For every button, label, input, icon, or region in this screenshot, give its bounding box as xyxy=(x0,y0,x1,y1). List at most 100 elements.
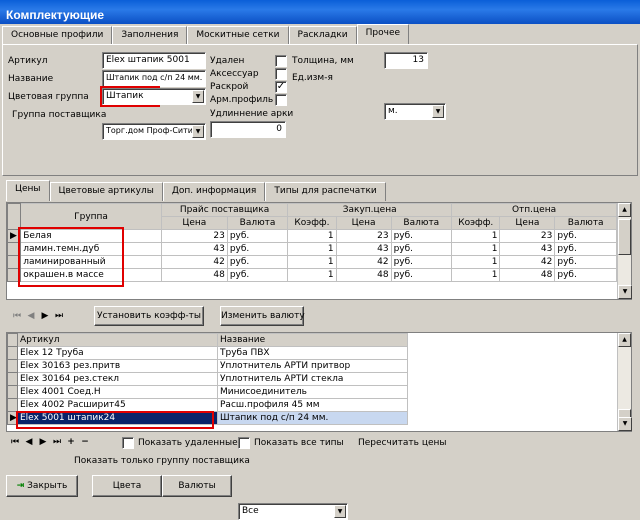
name-cell[interactable]: Штапик под с/п 24 мм. xyxy=(217,411,408,425)
currency-cell[interactable]: руб. xyxy=(554,268,617,282)
next-record-icon[interactable]: ▶ xyxy=(36,437,50,447)
last-record-icon[interactable]: ⏭ xyxy=(52,311,66,321)
currencies-button[interactable]: Валюты xyxy=(162,475,232,497)
thickness-field[interactable]: 13 xyxy=(384,52,428,69)
price-cell[interactable]: 23 xyxy=(160,229,228,243)
scroll-down-icon[interactable]: ▼ xyxy=(618,417,632,431)
cutting-checkbox[interactable]: ✓ xyxy=(275,81,287,93)
price-cell[interactable]: 43 xyxy=(335,242,392,256)
chevron-down-icon[interactable]: ▼ xyxy=(334,505,346,518)
name-column-header[interactable]: Название xyxy=(217,333,408,347)
name-field[interactable]: Штапик под с/п 24 мм. xyxy=(102,70,206,87)
price-cell[interactable]: 48 xyxy=(160,268,228,282)
currency-cell[interactable]: руб. xyxy=(554,229,617,243)
coef-cell[interactable]: 1 xyxy=(451,229,501,243)
tab-main-profiles[interactable]: Основные профили xyxy=(2,26,113,45)
coef-cell[interactable]: 1 xyxy=(451,242,501,256)
currency-column-header[interactable]: Валюта xyxy=(554,216,617,230)
article-cell[interactable]: Elex 30164 рез.стекл xyxy=(17,372,218,386)
article-column-header[interactable]: Артикул xyxy=(17,333,218,347)
prev-record-icon[interactable]: ◀ xyxy=(24,311,38,321)
coef-cell[interactable]: 1 xyxy=(287,268,337,282)
coef-column-header[interactable]: Коэфф. xyxy=(451,216,501,230)
coef-cell[interactable]: 1 xyxy=(287,242,337,256)
deleted-checkbox[interactable] xyxy=(275,55,287,67)
table-row[interactable]: Elex 30164 рез.стекл Уплотнитель АРТИ сте… xyxy=(7,372,408,386)
arch-extension-field[interactable]: 0 xyxy=(210,121,286,138)
currency-cell[interactable]: руб. xyxy=(226,229,289,243)
price-cell[interactable]: 42 xyxy=(160,255,228,269)
next-record-icon[interactable]: ▶ xyxy=(38,311,52,321)
currency-cell[interactable]: руб. xyxy=(554,255,617,269)
scroll-thumb[interactable] xyxy=(618,219,631,255)
tab-mosquito-nets[interactable]: Москитные сетки xyxy=(187,26,289,45)
chevron-down-icon[interactable]: ▼ xyxy=(192,90,204,103)
coef-cell[interactable]: 1 xyxy=(451,255,501,269)
name-cell[interactable]: Труба ПВХ xyxy=(217,346,408,360)
tab-prices[interactable]: Цены xyxy=(6,180,50,201)
article-cell[interactable]: Elex 12 Труба xyxy=(17,346,218,360)
scroll-up-icon[interactable]: ▲ xyxy=(618,333,631,347)
coef-cell[interactable]: 1 xyxy=(287,255,337,269)
group-column-header[interactable]: Группа xyxy=(20,203,162,230)
first-record-icon[interactable]: ⏮ xyxy=(8,437,22,447)
colors-button[interactable]: Цвета xyxy=(92,475,162,497)
table-row[interactable]: Elex 12 Труба Труба ПВХ xyxy=(7,346,408,360)
currency-cell[interactable]: руб. xyxy=(226,268,289,282)
delete-record-icon[interactable]: − xyxy=(78,437,92,447)
scroll-down-icon[interactable]: ▼ xyxy=(618,285,632,299)
currency-cell[interactable]: руб. xyxy=(390,229,453,243)
price-column-header[interactable]: Цена xyxy=(499,216,556,230)
currency-column-header[interactable]: Валюта xyxy=(226,216,289,230)
recalc-prices-link[interactable]: Пересчитать цены xyxy=(358,438,447,448)
name-cell[interactable]: Уплотнитель АРТИ стекла xyxy=(217,372,408,386)
article-cell[interactable]: Elex 4002 Расширит45 xyxy=(17,398,218,412)
tab-layouts[interactable]: Раскладки xyxy=(288,26,357,45)
article-field[interactable]: Elex штапик 5001 xyxy=(102,52,206,69)
table-row[interactable]: Elex 4001 Соед.Н Минисоединитель xyxy=(7,385,408,399)
tab-color-articles[interactable]: Цветовые артикулы xyxy=(49,182,163,201)
items-grid-scrollbar[interactable]: ▲ ▼ xyxy=(617,333,632,431)
price-cell[interactable]: 43 xyxy=(499,242,556,256)
currency-cell[interactable]: руб. xyxy=(390,242,453,256)
name-cell[interactable]: Уплотнитель АРТИ притвор xyxy=(217,359,408,373)
price-column-header[interactable]: Цена xyxy=(335,216,392,230)
currency-cell[interactable]: руб. xyxy=(390,255,453,269)
price-cell[interactable]: 23 xyxy=(335,229,392,243)
currency-cell[interactable]: руб. xyxy=(226,255,289,269)
currency-column-header[interactable]: Валюта xyxy=(390,216,453,230)
table-row[interactable]: Elex 30163 рез.притв Уплотнитель АРТИ при… xyxy=(7,359,408,373)
unit-select[interactable]: м. ▼ xyxy=(384,103,446,120)
tab-other[interactable]: Прочее xyxy=(356,24,410,45)
close-button[interactable]: ⇥ Закрыть xyxy=(6,475,78,497)
add-record-icon[interactable]: + xyxy=(64,437,78,447)
last-record-icon[interactable]: ⏭ xyxy=(50,437,64,447)
name-cell[interactable]: Минисоединитель xyxy=(217,385,408,399)
coef-cell[interactable]: 1 xyxy=(451,268,501,282)
supplier-filter-select[interactable]: Все ▼ xyxy=(238,503,348,520)
tab-print-types[interactable]: Типы для распечатки xyxy=(265,182,386,201)
show-deleted-checkbox[interactable] xyxy=(122,437,134,449)
supplier-group-select[interactable]: Торг.дом Проф-Сити ▼ xyxy=(102,123,206,140)
price-cell[interactable]: 23 xyxy=(499,229,556,243)
article-cell[interactable]: Elex 4001 Соед.Н xyxy=(17,385,218,399)
price-cell[interactable]: 48 xyxy=(335,268,392,282)
scroll-up-icon[interactable]: ▲ xyxy=(618,203,631,217)
currency-cell[interactable]: руб. xyxy=(226,242,289,256)
set-coef-button[interactable]: Установить коэфф-ты xyxy=(94,306,204,326)
coef-column-header[interactable]: Коэфф. xyxy=(287,216,337,230)
arm-profile-checkbox[interactable] xyxy=(275,94,287,106)
price-cell[interactable]: 42 xyxy=(335,255,392,269)
article-cell[interactable]: Elex 30163 рез.притв xyxy=(17,359,218,373)
color-group-select[interactable]: Штапик ▼ xyxy=(102,88,206,105)
change-currency-button[interactable]: Изменить валюту xyxy=(220,306,305,326)
accessory-checkbox[interactable] xyxy=(275,68,287,80)
tab-extra-info[interactable]: Доп. информация xyxy=(162,182,266,201)
price-column-header[interactable]: Цена xyxy=(160,216,228,230)
currency-cell[interactable]: руб. xyxy=(554,242,617,256)
table-row[interactable]: Elex 4002 Расширит45 Расш.профиля 45 мм xyxy=(7,398,408,412)
first-record-icon[interactable]: ⏮ xyxy=(10,311,24,321)
price-cell[interactable]: 42 xyxy=(499,255,556,269)
chevron-down-icon[interactable]: ▼ xyxy=(192,125,204,138)
tab-fillings[interactable]: Заполнения xyxy=(112,26,188,45)
